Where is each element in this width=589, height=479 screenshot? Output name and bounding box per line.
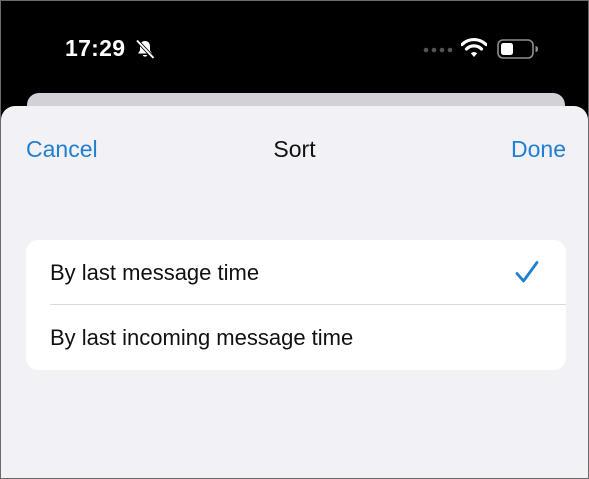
sort-sheet: Cancel Sort Done By last message time By… [1,106,588,478]
sort-options-list: By last message time By last incoming me… [26,240,566,370]
sort-option-label: By last incoming message time [50,325,354,350]
done-button[interactable]: Done [511,136,566,163]
wifi-icon [461,37,487,57]
status-time: 17:29 [65,35,126,61]
battery-icon [497,39,538,59]
sort-option-label: By last message time [50,260,260,285]
bell-slash-icon [135,39,155,60]
sheet-nav-bar: Cancel Sort Done [1,106,588,192]
status-bar: 17:29 [1,1,588,93]
sort-option-last-incoming-message-time[interactable]: By last incoming message time [26,305,566,369]
screen: 17:29 Cancel Sort Done By last message t… [0,0,589,479]
sort-option-last-message-time[interactable]: By last message time [26,240,566,305]
sheet-title: Sort [273,136,316,162]
signal-dots-icon [423,47,453,53]
checkmark-icon [515,261,539,283]
